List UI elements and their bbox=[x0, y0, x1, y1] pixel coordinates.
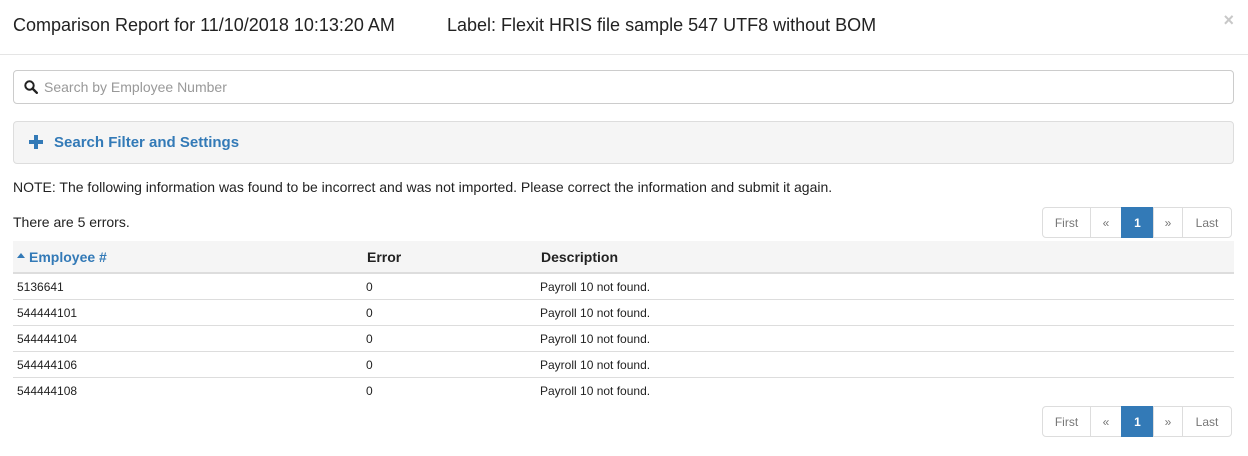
column-header-employee-label: Employee # bbox=[29, 249, 107, 265]
table-row: 544444106 0 Payroll 10 not found. bbox=[13, 352, 1234, 378]
modal-title: Comparison Report for 11/10/2018 10:13:2… bbox=[13, 15, 395, 35]
cell-employee: 544444101 bbox=[17, 306, 78, 320]
cell-error: 0 bbox=[366, 280, 373, 294]
table-row: 544444104 0 Payroll 10 not found. bbox=[13, 326, 1234, 352]
error-count: There are 5 errors. bbox=[13, 214, 130, 230]
table-row: 544444101 0 Payroll 10 not found. bbox=[13, 300, 1234, 326]
sort-asc-icon bbox=[17, 253, 25, 258]
page-current-button[interactable]: 1 bbox=[1121, 406, 1154, 437]
cell-employee: 544444106 bbox=[17, 358, 78, 372]
page-last-button[interactable]: Last bbox=[1182, 207, 1232, 238]
cell-employee: 544444108 bbox=[17, 384, 78, 398]
search-box[interactable] bbox=[13, 70, 1234, 104]
table-header: Employee # Error Description bbox=[13, 241, 1234, 274]
pagination-bottom: First « 1 » Last bbox=[1042, 406, 1232, 437]
column-header-error: Error bbox=[367, 249, 402, 265]
report-label: Label: Flexit HRIS file sample 547 UTF8 … bbox=[447, 15, 877, 35]
search-filter-toggle[interactable]: Search Filter and Settings bbox=[13, 121, 1234, 164]
cell-employee: 544444104 bbox=[17, 332, 78, 346]
table-row: 5136641 0 Payroll 10 not found. bbox=[13, 274, 1234, 300]
page-current-button[interactable]: 1 bbox=[1121, 207, 1154, 238]
column-header-description: Description bbox=[541, 249, 619, 265]
page-prev-button[interactable]: « bbox=[1090, 406, 1122, 437]
search-icon bbox=[24, 80, 38, 94]
cell-error: 0 bbox=[366, 306, 373, 320]
modal-header: Comparison Report for 11/10/2018 10:13:2… bbox=[0, 0, 1248, 55]
errors-table: Employee # Error Description 5136641 0 P… bbox=[13, 241, 1234, 404]
cell-error: 0 bbox=[366, 332, 373, 346]
cell-description: Payroll 10 not found. bbox=[540, 332, 651, 346]
page-last-button[interactable]: Last bbox=[1182, 406, 1232, 437]
note-text: NOTE: The following information was foun… bbox=[13, 179, 833, 195]
table-row: 544444108 0 Payroll 10 not found. bbox=[13, 378, 1234, 404]
page-first-button[interactable]: First bbox=[1042, 207, 1091, 238]
cell-description: Payroll 10 not found. bbox=[540, 358, 651, 372]
cell-error: 0 bbox=[366, 358, 373, 372]
cell-error: 0 bbox=[366, 384, 373, 398]
close-icon[interactable]: × bbox=[1223, 10, 1234, 30]
cell-description: Payroll 10 not found. bbox=[540, 280, 651, 294]
cell-description: Payroll 10 not found. bbox=[540, 384, 651, 398]
page-first-button[interactable]: First bbox=[1042, 406, 1091, 437]
pagination-top: First « 1 » Last bbox=[1042, 207, 1232, 238]
page-prev-button[interactable]: « bbox=[1090, 207, 1122, 238]
page-next-button[interactable]: » bbox=[1153, 207, 1183, 238]
page-next-button[interactable]: » bbox=[1153, 406, 1183, 437]
cell-employee: 5136641 bbox=[17, 280, 64, 294]
search-input[interactable] bbox=[44, 72, 1224, 102]
cell-description: Payroll 10 not found. bbox=[540, 306, 651, 320]
column-header-employee[interactable]: Employee # bbox=[17, 249, 107, 265]
plus-icon bbox=[29, 135, 43, 149]
search-filter-label: Search Filter and Settings bbox=[54, 134, 240, 151]
